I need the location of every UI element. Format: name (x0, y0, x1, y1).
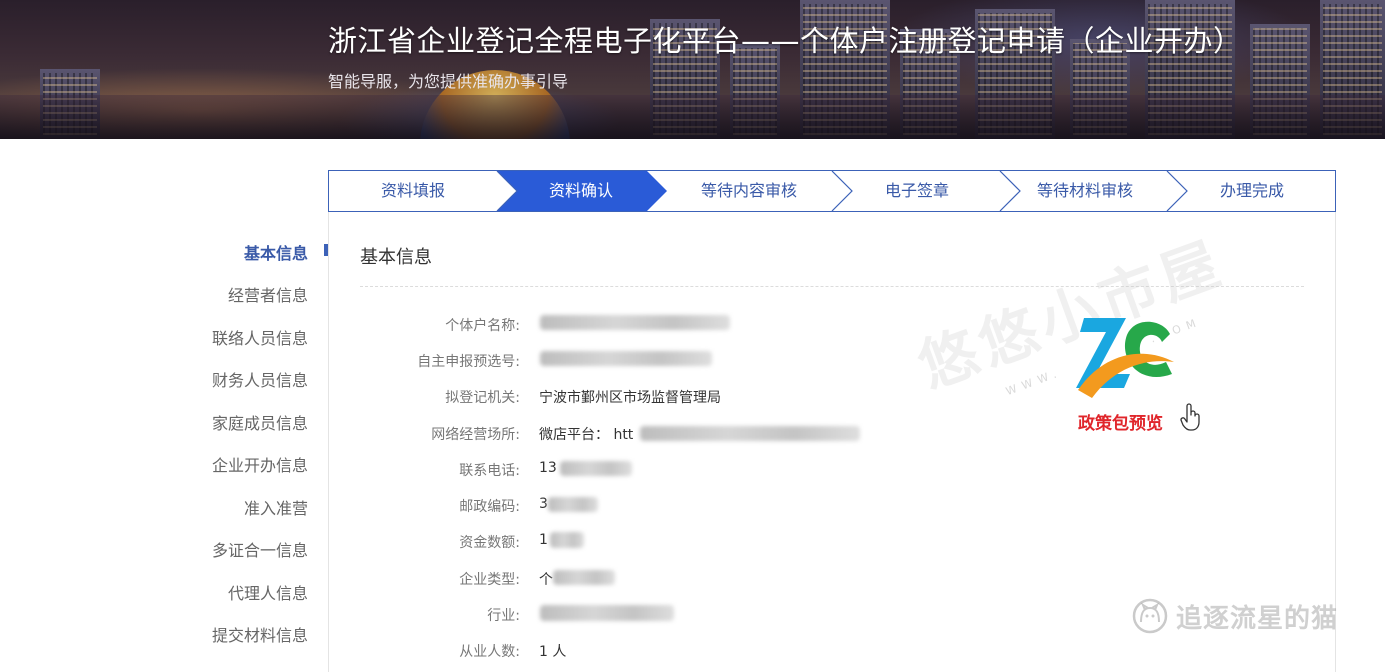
field-value-phone: 13 (539, 460, 557, 476)
logo-c-shape (1124, 321, 1172, 378)
field-label-industry: 行业: (487, 608, 520, 624)
sidebar-item-contact-info[interactable]: 联络人员信息 (212, 325, 308, 349)
step-material-review: 等待材料审核 (1036, 181, 1133, 200)
sidebar-item-materials[interactable]: 提交材料信息 (212, 622, 308, 646)
sidebar-item-agent-info[interactable]: 代理人信息 (228, 580, 308, 604)
sidebar-item-operator-info[interactable]: 经营者信息 (228, 282, 308, 306)
redacted-value (550, 532, 584, 548)
sidebar-item-family-info[interactable]: 家庭成员信息 (212, 410, 308, 434)
page-subtitle: 智能导服，为您提供准确办事引导 (328, 72, 569, 91)
sidebar-item-multi-cert[interactable]: 多证合一信息 (212, 537, 308, 561)
step-complete: 办理完成 (1219, 181, 1284, 200)
step-content-review: 等待内容审核 (700, 181, 797, 200)
redacted-value (560, 461, 632, 476)
field-label-staff-count: 从业人数: (459, 644, 520, 660)
redacted-value (540, 351, 712, 366)
step-e-signature: 电子签章 (884, 181, 949, 200)
field-label-postcode: 邮政编码: (459, 499, 520, 515)
field-value-capital: 1 (539, 532, 548, 548)
section-title: 基本信息 (360, 247, 432, 268)
redacted-value (548, 497, 598, 512)
field-label-preselect-no: 自主申报预选号: (417, 354, 520, 370)
sidebar-item-basic-info[interactable]: 基本信息 (244, 240, 308, 264)
field-value-online-place: 微店平台： htt (539, 427, 634, 443)
field-label-capital: 资金数额: (459, 535, 520, 551)
field-value-postcode: 3 (539, 496, 548, 512)
page-title: 浙江省企业登记全程电子化平台——个体户注册登记申请（企业开办） (328, 24, 1243, 58)
field-label-name: 个体户名称: (445, 318, 520, 334)
redacted-value (540, 605, 674, 621)
banner-river (0, 95, 1385, 139)
redacted-value (553, 570, 615, 585)
header-banner: 浙江省企业登记全程电子化平台——个体户注册登记申请（企业开办） 智能导服，为您提… (0, 0, 1385, 139)
progress-steps: 资料填报 资料确认 等待内容审核 电子签章 等待材料审核 办理完成 (328, 170, 1336, 212)
footer-watermark-text: 追逐流星的猫 (1176, 603, 1339, 634)
redacted-value (640, 426, 860, 441)
sidebar-item-access[interactable]: 准入准营 (244, 495, 308, 519)
field-label-authority: 拟登记机关: (445, 390, 520, 406)
field-label-type: 企业类型: (459, 572, 520, 588)
sidebar-item-finance-info[interactable]: 财务人员信息 (212, 367, 308, 391)
field-value-type: 个 (539, 572, 553, 588)
cat-icon (1132, 598, 1168, 634)
field-label-online-place: 网络经营场所: (431, 427, 520, 443)
field-value-authority: 宁波市鄞州区市场监督管理局 (539, 390, 721, 406)
hand-pointer-icon (1180, 403, 1200, 431)
sidebar-item-startup-info[interactable]: 企业开办信息 (212, 452, 308, 476)
step-confirm: 资料确认 (548, 181, 613, 200)
step-fill: 资料填报 (380, 181, 445, 200)
zc-logo-icon[interactable] (1074, 312, 1178, 402)
redacted-value (540, 315, 730, 330)
footer-watermark: 追逐流星的猫 (1132, 598, 1338, 634)
field-value-staff-count: 1 人 (539, 644, 567, 660)
policy-preview-label[interactable]: 政策包预览 (1078, 409, 1163, 434)
field-label-phone: 联系电话: (459, 463, 520, 479)
